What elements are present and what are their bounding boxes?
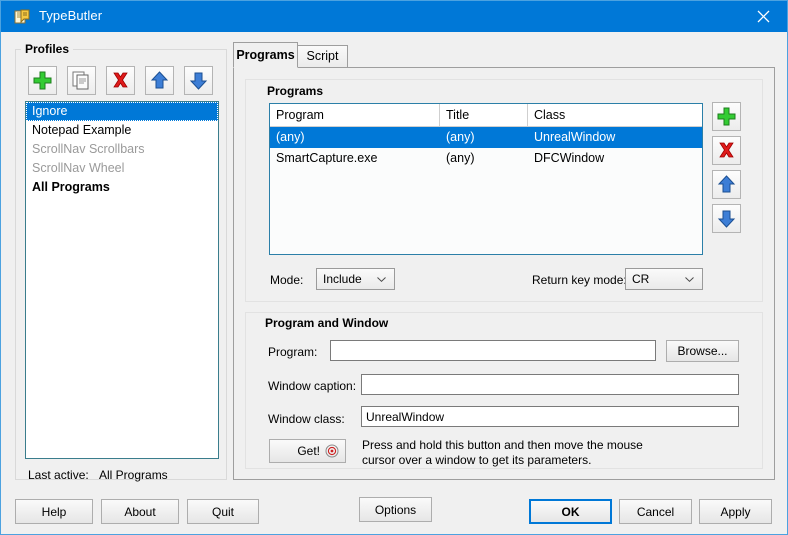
- delete-profile-button[interactable]: [106, 66, 135, 95]
- plus-icon: [29, 67, 56, 94]
- about-button-label: About: [124, 505, 155, 519]
- mode-label: Mode:: [270, 273, 303, 287]
- cell-title: (any): [440, 127, 528, 148]
- browse-button[interactable]: Browse...: [666, 340, 739, 362]
- get-button-hint-line2: cursor over a window to get its paramete…: [362, 453, 591, 468]
- return-key-mode-select[interactable]: CR: [625, 268, 703, 290]
- add-program-button[interactable]: [712, 102, 741, 131]
- move-profile-down-button[interactable]: [184, 66, 213, 95]
- quit-button[interactable]: Quit: [187, 499, 259, 524]
- cell-program: SmartCapture.exe: [270, 148, 440, 169]
- program-input[interactable]: [330, 340, 656, 361]
- column-header-program[interactable]: Program: [270, 104, 440, 126]
- profiles-list-item[interactable]: ScrollNav Wheel: [26, 159, 218, 178]
- cell-program: (any): [270, 127, 440, 148]
- programs-table-header: Program Title Class: [270, 104, 702, 127]
- mode-select[interactable]: Include: [316, 268, 395, 290]
- plus-icon: [713, 103, 740, 130]
- profiles-list-item[interactable]: All Programs: [26, 178, 218, 197]
- application-window: TypeButler Profiles: [0, 0, 788, 535]
- target-crosshair-icon: [325, 444, 339, 458]
- mode-select-value: Include: [323, 272, 362, 286]
- cell-title: (any): [440, 148, 528, 169]
- title-bar: TypeButler: [1, 1, 787, 32]
- duplicate-profile-button[interactable]: [67, 66, 96, 95]
- profiles-list-item[interactable]: Notepad Example: [26, 121, 218, 140]
- column-header-title[interactable]: Title: [440, 104, 528, 126]
- profiles-list[interactable]: Ignore Notepad Example ScrollNav Scrollb…: [25, 101, 219, 459]
- ok-button[interactable]: OK: [529, 499, 612, 524]
- get-button-hint-line1: Press and hold this button and then move…: [362, 438, 643, 453]
- about-button[interactable]: About: [101, 499, 179, 524]
- table-row[interactable]: SmartCapture.exe (any) DFCWindow: [270, 148, 702, 169]
- browse-button-label: Browse...: [677, 344, 727, 358]
- cell-class: UnrealWindow: [528, 127, 698, 148]
- delete-program-button[interactable]: [712, 136, 741, 165]
- cell-class: DFCWindow: [528, 148, 698, 169]
- last-active-value: All Programs: [99, 468, 168, 482]
- cancel-button-label: Cancel: [637, 505, 674, 519]
- last-active-label: Last active:: [28, 468, 89, 482]
- cancel-button[interactable]: Cancel: [619, 499, 692, 524]
- chevron-down-icon: [685, 277, 694, 282]
- copy-icon: [68, 67, 95, 94]
- help-button-label: Help: [42, 505, 67, 519]
- arrow-up-icon: [713, 171, 740, 198]
- arrow-down-icon: [713, 205, 740, 232]
- window-class-value: UnrealWindow: [366, 410, 444, 424]
- return-key-mode-value: CR: [632, 272, 649, 286]
- help-button[interactable]: Help: [15, 499, 93, 524]
- move-profile-up-button[interactable]: [145, 66, 174, 95]
- apply-button[interactable]: Apply: [699, 499, 772, 524]
- arrow-up-icon: [146, 67, 173, 94]
- quit-button-label: Quit: [212, 505, 234, 519]
- window-title: TypeButler: [39, 8, 102, 23]
- tab-script-label: Script: [307, 49, 339, 63]
- profiles-list-item[interactable]: Ignore: [26, 102, 218, 121]
- chevron-down-icon: [377, 277, 386, 282]
- program-and-window-label: Program and Window: [261, 316, 392, 330]
- arrow-down-icon: [185, 67, 212, 94]
- window-class-input[interactable]: UnrealWindow: [361, 406, 739, 427]
- profiles-list-item[interactable]: ScrollNav Scrollbars: [26, 140, 218, 159]
- programs-group-label: Programs: [263, 84, 327, 98]
- tab-programs-label: Programs: [236, 48, 294, 62]
- return-key-mode-label: Return key mode:: [532, 273, 627, 287]
- window-class-label: Window class:: [268, 412, 345, 426]
- options-button-label: Options: [375, 503, 416, 517]
- add-profile-button[interactable]: [28, 66, 57, 95]
- table-row[interactable]: (any) (any) UnrealWindow: [270, 127, 702, 148]
- column-header-class[interactable]: Class: [528, 104, 698, 126]
- apply-button-label: Apply: [720, 505, 750, 519]
- close-window-button[interactable]: [741, 1, 787, 32]
- window-caption-label: Window caption:: [268, 379, 356, 393]
- move-program-down-button[interactable]: [712, 204, 741, 233]
- get-button[interactable]: Get!: [269, 439, 346, 463]
- move-program-up-button[interactable]: [712, 170, 741, 199]
- program-field-label: Program:: [268, 345, 317, 359]
- close-icon: [757, 10, 770, 23]
- red-x-icon: [107, 67, 134, 94]
- profiles-group-label: Profiles: [21, 42, 73, 56]
- get-button-label: Get!: [297, 444, 320, 458]
- window-caption-input[interactable]: [361, 374, 739, 395]
- programs-table[interactable]: Program Title Class (any) (any) UnrealWi…: [269, 103, 703, 255]
- red-x-icon: [713, 137, 740, 164]
- tab-script[interactable]: Script: [297, 45, 348, 68]
- ok-button-label: OK: [562, 505, 580, 519]
- tab-programs[interactable]: Programs: [233, 42, 298, 68]
- options-button[interactable]: Options: [359, 497, 432, 522]
- app-document-icon: [14, 8, 31, 25]
